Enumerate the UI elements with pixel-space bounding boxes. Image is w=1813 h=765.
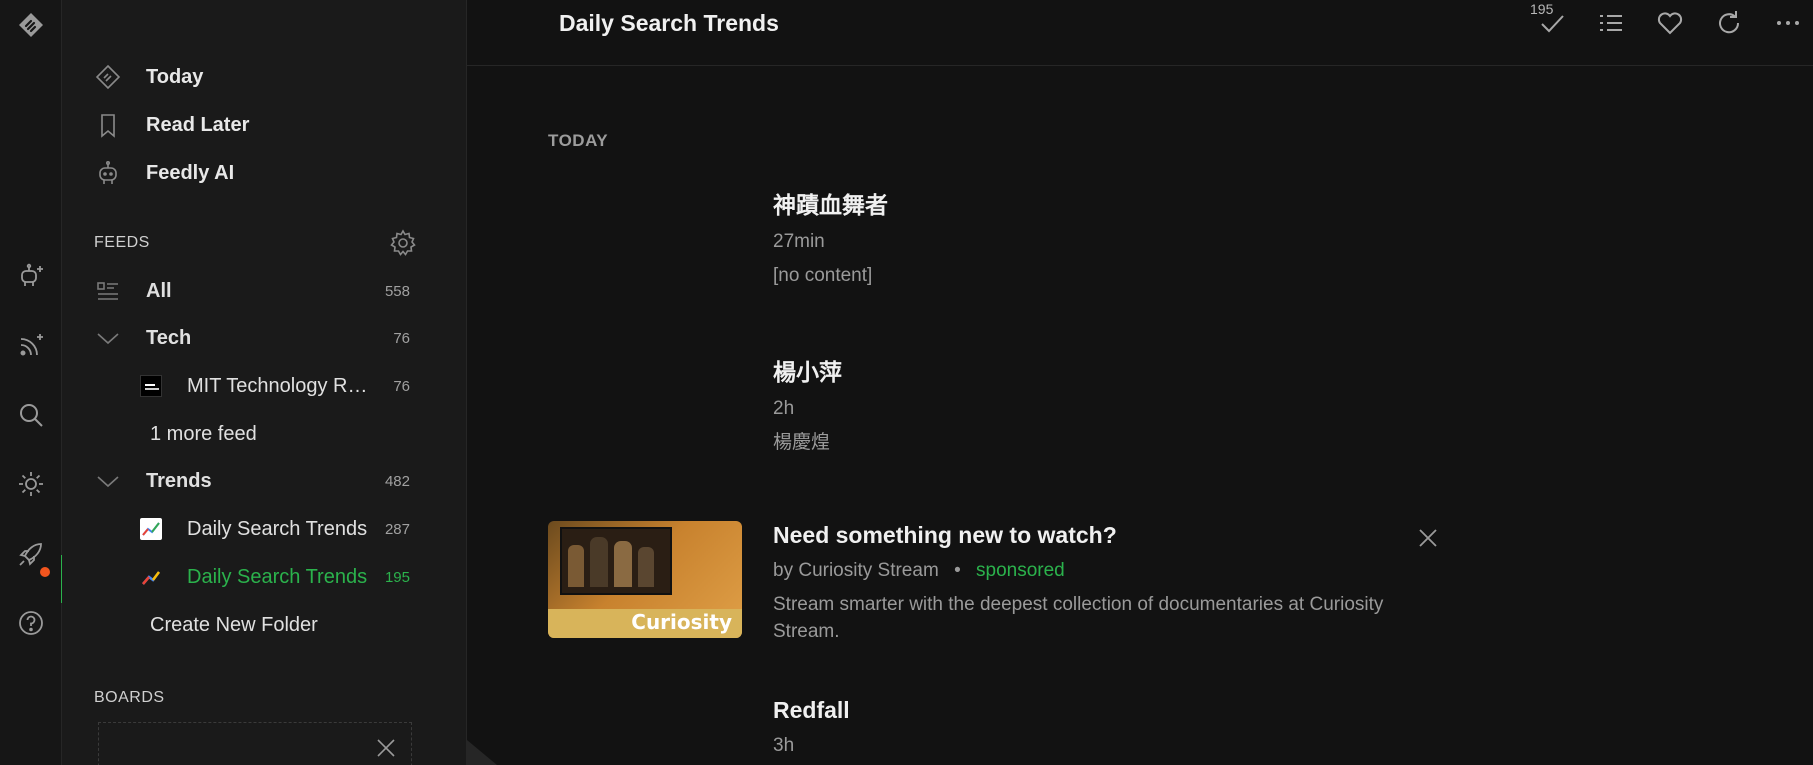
article-meta: by Curiosity Stream • sponsored	[773, 560, 1443, 582]
meta-separator: •	[954, 560, 961, 581]
more-options-icon[interactable]	[1771, 6, 1805, 40]
unread-count: 287	[384, 520, 410, 538]
chevron-down-icon[interactable]	[92, 322, 124, 354]
article-entry[interactable]: 神蹟血舞者 27min [no content]	[773, 186, 1443, 289]
unread-count: 195	[384, 568, 410, 586]
trends-favicon-icon	[140, 518, 162, 540]
page-title: Daily Search Trends	[559, 10, 779, 36]
sidebar-item-all[interactable]: All 558	[92, 272, 452, 310]
notification-dot	[40, 567, 50, 577]
heart-icon[interactable]	[1653, 6, 1687, 40]
feed-daily-search-trends-1[interactable]: Daily Search Trends 287	[140, 510, 452, 548]
article-entry[interactable]: Redfall 3h	[773, 697, 1443, 757]
sponsored-entry[interactable]: Need something new to watch? by Curiosit…	[773, 522, 1443, 645]
chevron-down-icon[interactable]	[92, 465, 124, 497]
mit-favicon-icon	[140, 375, 162, 397]
folder-label: Trends	[146, 469, 212, 492]
refresh-icon[interactable]	[1712, 6, 1746, 40]
create-folder-label: Create New Folder	[150, 613, 318, 636]
feed-label: Daily Search Trends	[187, 517, 368, 540]
sidebar-item-label: Feedly AI	[146, 161, 235, 184]
icon-rail	[0, 0, 64, 765]
article-title[interactable]: Need something new to watch?	[773, 522, 1443, 549]
folder-tech[interactable]: Tech 76	[92, 319, 452, 357]
feed-label: Daily Search Trends	[187, 565, 368, 588]
sidebar: Today Read Later Feedly AI FEEDS All 558…	[62, 0, 467, 765]
search-icon[interactable]	[0, 392, 62, 438]
decorative-corner	[467, 740, 497, 765]
feed-label: MIT Technology R…	[187, 374, 368, 397]
mark-as-read-icon[interactable]	[1535, 6, 1569, 40]
ad-image-screen	[560, 527, 672, 595]
feed-daily-search-trends-2[interactable]: Daily Search Trends 195	[140, 558, 452, 596]
sidebar-item-read-later[interactable]: Read Later	[92, 107, 249, 143]
list-view-icon[interactable]	[1594, 6, 1628, 40]
add-rss-feed-icon[interactable]	[0, 322, 62, 368]
close-icon[interactable]	[375, 737, 397, 759]
unread-count: 76	[393, 377, 410, 395]
ad-author: by Curiosity Stream	[773, 560, 939, 581]
sidebar-item-label: Read Later	[146, 113, 250, 136]
list-icon	[92, 275, 124, 307]
ad-thumbnail[interactable]: Curiosity	[548, 521, 742, 638]
today-icon	[92, 61, 124, 93]
trends-favicon-icon	[140, 566, 162, 588]
article-summary: Stream smarter with the deepest collecti…	[773, 594, 1384, 642]
board-placeholder	[98, 722, 412, 765]
more-feeds-link[interactable]: 1 more feed	[150, 415, 462, 453]
create-folder-button[interactable]: Create New Folder	[150, 606, 510, 644]
rocket-icon[interactable]	[0, 531, 62, 577]
feeds-section-label: FEEDS	[94, 234, 150, 251]
article-title[interactable]: 楊小萍	[773, 353, 1443, 387]
section-label-today: TODAY	[548, 131, 609, 150]
article-title[interactable]: 神蹟血舞者	[773, 186, 1443, 220]
unread-count: 558	[384, 282, 410, 300]
sidebar-item-today[interactable]: Today	[92, 59, 203, 95]
feed-mit-technology-review[interactable]: MIT Technology R… 76	[140, 367, 452, 405]
more-feeds-label: 1 more feed	[150, 422, 257, 445]
article-summary: 楊慶煌	[773, 432, 831, 453]
unread-count: 482	[384, 472, 410, 490]
folder-trends[interactable]: Trends 482	[92, 462, 452, 500]
folder-label: Tech	[146, 326, 192, 349]
add-ai-feed-icon[interactable]	[0, 253, 62, 299]
page-header: Daily Search Trends 195	[467, 0, 1813, 66]
bookmark-icon	[92, 109, 124, 141]
feedly-logo-icon[interactable]	[0, 2, 62, 48]
close-ad-icon[interactable]	[1416, 526, 1440, 550]
help-icon[interactable]	[0, 600, 62, 646]
article-entry[interactable]: 楊小萍 2h 楊慶煌	[773, 353, 1443, 456]
unread-count: 76	[393, 329, 410, 347]
theme-sun-icon[interactable]	[0, 461, 62, 507]
feed-label: All	[146, 279, 172, 302]
article-age: 2h	[773, 398, 795, 419]
sidebar-item-feedly-ai[interactable]: Feedly AI	[92, 155, 234, 191]
sidebar-item-label: Today	[146, 65, 204, 88]
gear-icon[interactable]	[388, 228, 418, 258]
article-summary: [no content]	[773, 265, 873, 286]
robot-icon	[92, 157, 124, 189]
article-title[interactable]: Redfall	[773, 697, 1443, 724]
ad-brand-text: Curiosity	[631, 610, 732, 634]
sponsored-badge: sponsored	[976, 560, 1065, 581]
boards-section-label: BOARDS	[94, 689, 165, 706]
article-age: 3h	[773, 735, 795, 756]
article-age: 27min	[773, 231, 825, 252]
